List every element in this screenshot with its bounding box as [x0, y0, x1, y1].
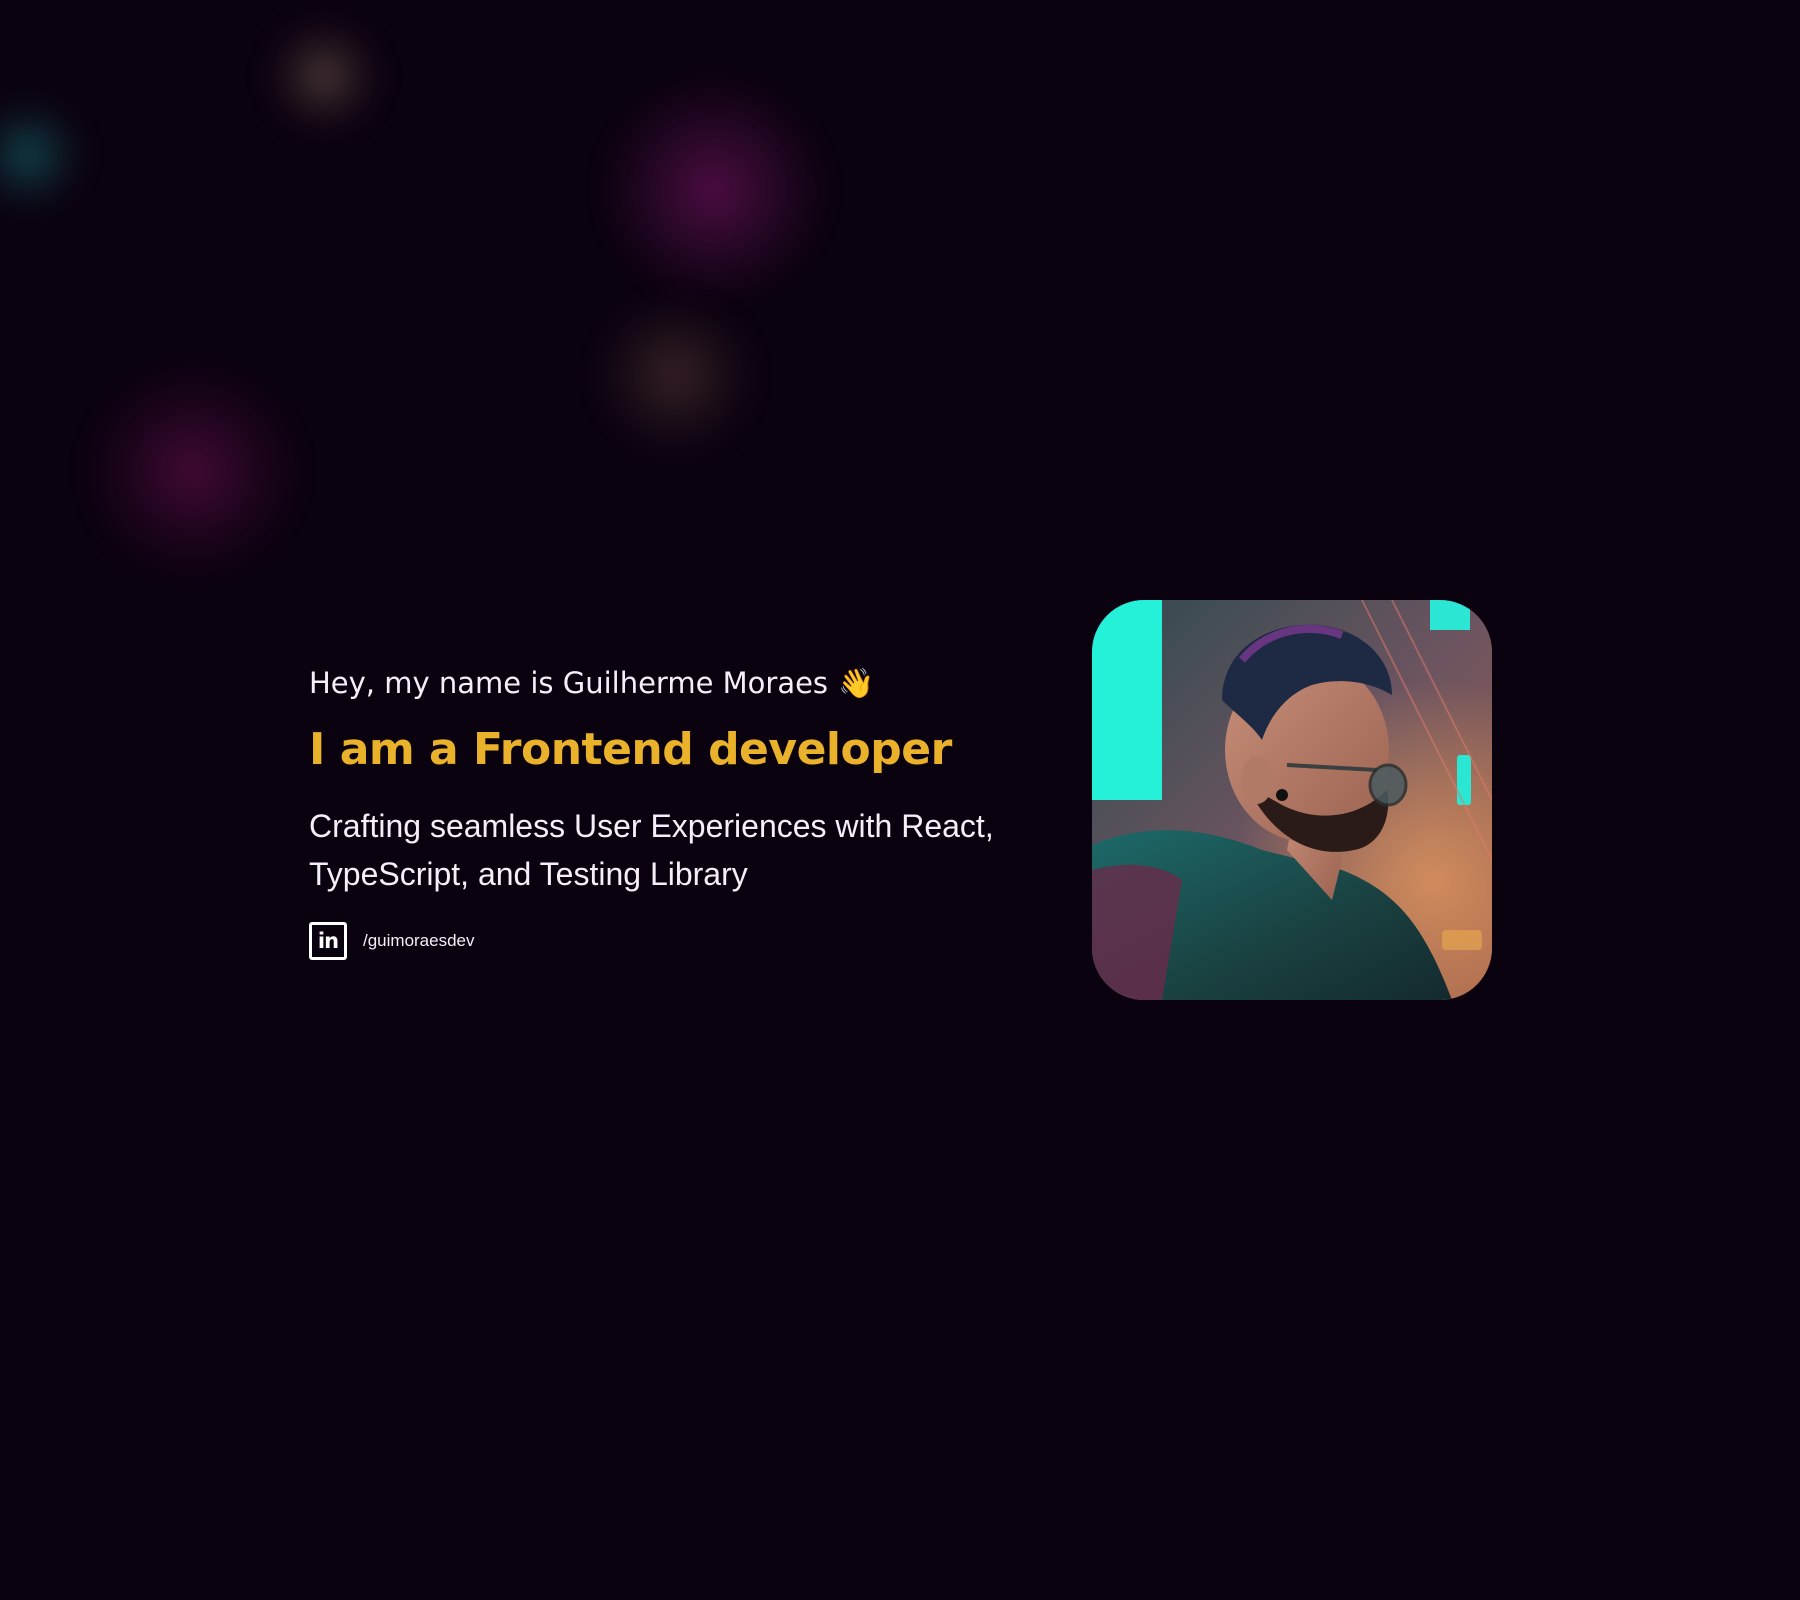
background-glow-orb: [84, 362, 302, 580]
greeting-text: Hey, my name is Guilherme Moraes 👋: [309, 664, 1069, 702]
role-heading: I am a Frontend developer: [309, 724, 952, 775]
profile-avatar: [1092, 600, 1492, 1000]
background-glow-orb: [262, 14, 386, 138]
greeting-label: Hey, my name is Guilherme Moraes: [309, 666, 829, 700]
linkedin-link[interactable]: in /guimoraesdev: [309, 922, 1069, 960]
hero-intro: Hey, my name is Guilherme Moraes 👋 I am …: [309, 664, 1069, 960]
avatar-illustration: [1092, 600, 1492, 1000]
background-glow-orb: [592, 292, 758, 458]
tagline-text: Crafting seamless User Experiences with …: [309, 808, 994, 892]
waving-hand-icon: 👋: [838, 665, 875, 700]
linkedin-handle: /guimoraesdev: [363, 931, 475, 950]
background-glow-orb: [0, 90, 88, 220]
portfolio-page: Hey, my name is Guilherme Moraes 👋 I am …: [0, 0, 1800, 1600]
background-glow-orb: [600, 76, 828, 304]
linkedin-icon: in: [309, 922, 347, 960]
